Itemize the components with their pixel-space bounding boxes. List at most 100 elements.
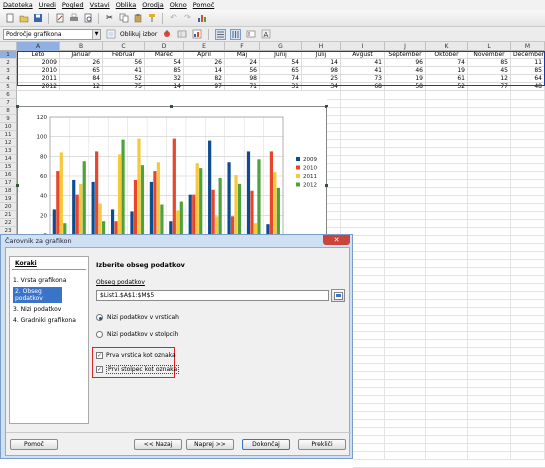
chart-element-select[interactable]: Področje grafikona ▼ — [3, 28, 101, 40]
series-in-rows-radio[interactable]: Nizi podatkov v vrsticah — [96, 314, 179, 321]
data-cell[interactable]: 74 — [260, 75, 302, 83]
finish-button[interactable]: Dokončaj — [242, 439, 290, 450]
data-cell[interactable]: 14 — [184, 67, 225, 75]
data-cell[interactable]: 2012 — [17, 83, 60, 91]
data-cell[interactable]: 84 — [60, 75, 103, 83]
data-cell[interactable]: 46 — [385, 67, 426, 75]
cancel-button[interactable]: Prekliči — [298, 439, 346, 450]
data-cell[interactable]: 41 — [341, 59, 385, 67]
data-cell[interactable]: 56 — [103, 59, 145, 67]
data-cell[interactable]: 41 — [341, 67, 385, 75]
data-range-input[interactable]: $List1.$A$1:$M$5 — [96, 290, 329, 301]
save-icon[interactable] — [32, 13, 43, 24]
column-header-i[interactable]: I — [341, 42, 385, 51]
step-data-series[interactable]: 3. Nizi podatkov — [10, 305, 88, 314]
menu-pogled[interactable]: Pogled — [62, 1, 84, 9]
data-cell[interactable]: 24 — [225, 59, 260, 67]
data-cell[interactable]: 19 — [426, 67, 468, 75]
resize-handle[interactable] — [170, 105, 173, 108]
data-cell[interactable]: 98 — [225, 75, 260, 83]
row-header[interactable]: 18 — [0, 187, 17, 195]
row-header[interactable]: 10 — [0, 123, 17, 131]
row-header[interactable]: 8 — [0, 107, 17, 115]
back-button[interactable]: << Nazaj — [134, 439, 182, 450]
row-header[interactable]: 14 — [0, 155, 17, 163]
data-cell[interactable]: 71 — [225, 83, 260, 91]
data-cell[interactable]: 64 — [511, 75, 545, 83]
open-folder-icon[interactable] — [18, 13, 29, 24]
row-header[interactable]: 15 — [0, 163, 17, 171]
row-header[interactable]: 2 — [0, 59, 17, 67]
column-header-m[interactable]: M — [511, 42, 545, 51]
first-row-label-checkbox[interactable]: ✓ Prva vrstica kot oznaka — [96, 352, 176, 359]
header-cell[interactable]: December — [511, 51, 545, 59]
data-cell[interactable]: 85 — [145, 67, 184, 75]
data-cell[interactable]: 12 — [60, 83, 103, 91]
data-cell[interactable]: 85 — [468, 59, 511, 67]
header-cell[interactable]: Januar — [60, 51, 103, 59]
data-cell[interactable]: 14 — [145, 83, 184, 91]
data-cell[interactable]: 52 — [426, 83, 468, 91]
row-header[interactable]: 6 — [0, 91, 17, 99]
chart-type-icon[interactable] — [161, 29, 172, 40]
data-cell[interactable]: 96 — [385, 59, 426, 67]
row-header[interactable]: 3 — [0, 67, 17, 75]
row-header[interactable]: 4 — [0, 75, 17, 83]
data-cell[interactable]: 19 — [385, 75, 426, 83]
column-header-c[interactable]: C — [103, 42, 145, 51]
data-cell[interactable]: 82 — [184, 75, 225, 83]
print-preview-icon[interactable] — [82, 13, 93, 24]
data-cell[interactable]: 26 — [184, 59, 225, 67]
data-cell[interactable]: 26 — [60, 59, 103, 67]
header-cell[interactable]: Junij — [260, 51, 302, 59]
row-header[interactable]: 22 — [0, 219, 17, 227]
menu-datoteka[interactable]: Datoteka — [3, 1, 33, 9]
data-cell[interactable]: 65 — [260, 67, 302, 75]
data-cell[interactable]: 65 — [60, 67, 103, 75]
data-cell[interactable]: 54 — [260, 59, 302, 67]
menu-okno[interactable]: Okno — [170, 1, 187, 9]
data-cell[interactable]: 2010 — [17, 67, 60, 75]
help-button[interactable]: Pomoč — [10, 439, 58, 450]
header-cell[interactable]: Julij — [302, 51, 341, 59]
column-header-e[interactable]: E — [184, 42, 225, 51]
column-header-l[interactable]: L — [468, 42, 511, 51]
chart-type-icon[interactable] — [196, 13, 207, 24]
column-header-k[interactable]: K — [426, 42, 468, 51]
data-cell[interactable]: 75 — [103, 83, 145, 91]
data-cell[interactable]: 2011 — [17, 75, 60, 83]
row-header[interactable]: 16 — [0, 171, 17, 179]
header-cell[interactable]: Maj — [225, 51, 260, 59]
new-document-icon[interactable] — [4, 13, 15, 24]
step-chart-elements[interactable]: 4. Gradniki grafikona — [10, 316, 88, 325]
clone-format-icon[interactable] — [146, 13, 157, 24]
header-cell[interactable]: September — [385, 51, 426, 59]
menu-orodja[interactable]: Orodja — [142, 1, 164, 9]
close-icon[interactable]: ✕ — [323, 235, 350, 245]
data-cell[interactable]: 85 — [511, 67, 545, 75]
row-header[interactable]: 5 — [0, 83, 17, 91]
cut-icon[interactable]: ✂ — [104, 13, 115, 24]
menu-vstavi[interactable]: Vstavi — [90, 1, 110, 9]
print-icon[interactable] — [68, 13, 79, 24]
header-cell[interactable]: Februar — [103, 51, 145, 59]
select-range-icon[interactable] — [331, 289, 345, 302]
column-header-f[interactable]: F — [225, 42, 260, 51]
menu-oblika[interactable]: Oblika — [116, 1, 137, 9]
series-in-columns-radio[interactable]: Nizi podatkov v stolpcih — [96, 331, 178, 338]
row-header[interactable]: 1 — [0, 51, 17, 59]
header-cell[interactable]: April — [184, 51, 225, 59]
row-header[interactable]: 11 — [0, 131, 17, 139]
row-header[interactable]: 17 — [0, 179, 17, 187]
menu-uredi[interactable]: Uredi — [39, 1, 56, 9]
row-header[interactable]: 13 — [0, 147, 17, 155]
chevron-down-icon[interactable]: ▼ — [92, 29, 100, 39]
undo-icon[interactable]: ↶ — [168, 13, 179, 24]
data-cell[interactable]: 45 — [468, 67, 511, 75]
column-header-h[interactable]: H — [302, 42, 341, 51]
data-cell[interactable]: 56 — [225, 67, 260, 75]
data-cell[interactable]: 61 — [426, 75, 468, 83]
header-cell[interactable]: Avgust — [341, 51, 385, 59]
row-header[interactable]: 9 — [0, 115, 17, 123]
row-header[interactable]: 21 — [0, 211, 17, 219]
